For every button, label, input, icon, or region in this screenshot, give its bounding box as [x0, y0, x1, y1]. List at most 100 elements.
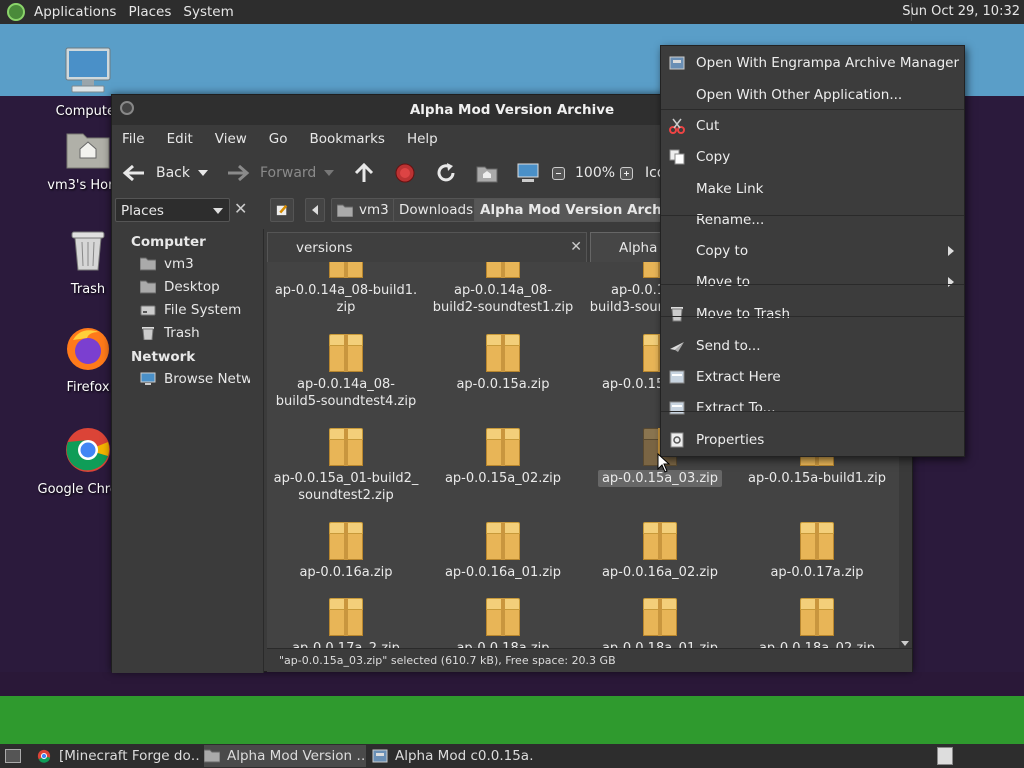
- back-button[interactable]: Back: [122, 153, 190, 193]
- zoom-level[interactable]: 100%: [575, 153, 615, 193]
- ctx-item-extract-to[interactable]: Extract To...: [661, 394, 964, 422]
- file-item[interactable]: ap-0.0.15a_02.zip: [428, 428, 578, 487]
- ctx-item-rename[interactable]: Rename...: [661, 206, 964, 234]
- menu-edit[interactable]: Edit: [167, 131, 193, 147]
- file-name: ap-0.0.18a.zip: [428, 640, 578, 648]
- menu-view[interactable]: View: [215, 131, 247, 147]
- sidebar-type-select[interactable]: Places: [115, 198, 230, 222]
- ctx-item-make-link[interactable]: Make Link: [661, 175, 964, 203]
- sidebar-item-desktop[interactable]: Desktop: [140, 279, 220, 295]
- status-bar: "ap-0.0.15a_03.zip" selected (610.7 kB),…: [267, 648, 912, 672]
- file-name-line: ap-0.0.18a_02.zip: [759, 641, 875, 648]
- file-name-line: ap-0.0.18a.zip: [456, 641, 549, 648]
- panel-clock[interactable]: Sun Oct 29, 10:32: [902, 4, 1020, 19]
- file-name-line: ap-0.0.15a_01-build2_: [273, 471, 419, 486]
- ctx-item-copy-to[interactable]: Copy to: [661, 237, 964, 265]
- forward-history-dropdown[interactable]: [324, 153, 334, 193]
- context-menu: Open With Engrampa Archive Manager Open W…: [660, 45, 965, 457]
- taskbar-button-chrome[interactable]: [Minecraft Forge do…: [36, 745, 201, 767]
- sidebar-item-file-system[interactable]: File System: [140, 302, 241, 318]
- workspace-1[interactable]: [937, 747, 953, 765]
- file-item[interactable]: ap-0.0.14a_08- build5-soundtest4.zip: [271, 334, 421, 410]
- file-item[interactable]: ap-0.0.15a.zip: [428, 334, 578, 393]
- up-button[interactable]: [353, 153, 375, 193]
- up-arrow-icon: [354, 162, 374, 182]
- home-folder-icon: [337, 204, 353, 217]
- file-item[interactable]: ap-0.0.18a_02.zip: [742, 598, 892, 648]
- menu-separator: [661, 284, 964, 285]
- file-item[interactable]: ap-0.0.17a.zip: [742, 522, 892, 581]
- folder-icon: [204, 749, 220, 763]
- file-name-line: ap-0.0.18a_01.zip: [602, 641, 718, 648]
- mate-menu-icon[interactable]: [7, 3, 25, 21]
- forward-button[interactable]: Forward: [226, 153, 316, 193]
- sidebar-item-trash[interactable]: Trash: [140, 325, 200, 341]
- file-item[interactable]: ap-0.0.18a_01.zip: [585, 598, 735, 648]
- file-name-line: ap-0.0.14a_08-: [454, 283, 552, 298]
- close-tab-icon[interactable]: ✕: [570, 239, 582, 255]
- file-item[interactable]: ap-0.0.18a.zip: [428, 598, 578, 648]
- ctx-item-move-to[interactable]: Move to: [661, 268, 964, 296]
- home-button[interactable]: [476, 153, 498, 193]
- back-arrow-icon: [122, 164, 144, 182]
- file-item[interactable]: ap-0.0.16a_02.zip: [585, 522, 735, 581]
- menu-file[interactable]: File: [122, 131, 145, 147]
- file-name-line: ap-0.0.15a-build1.zip: [748, 471, 886, 486]
- back-history-dropdown[interactable]: [198, 153, 208, 193]
- menu-applications[interactable]: Applications: [34, 4, 116, 20]
- menu-places[interactable]: Places: [128, 4, 171, 20]
- ctx-item-open-with-other-application[interactable]: Open With Other Application...: [661, 81, 964, 109]
- trash-icon: [71, 231, 105, 271]
- sidebar-item-vm3[interactable]: vm3: [140, 256, 194, 272]
- toggle-location-entry-button[interactable]: [270, 198, 294, 222]
- properties-icon: [670, 432, 684, 448]
- ctx-item-copy[interactable]: Copy: [661, 143, 964, 171]
- file-item[interactable]: ap-0.0.16a_01.zip: [428, 522, 578, 581]
- close-sidebar-button[interactable]: ✕: [234, 201, 247, 217]
- ctx-item-label: Move to: [696, 274, 751, 290]
- drive-icon: [140, 305, 156, 316]
- zoom-out-button[interactable]: [552, 153, 565, 193]
- tab-versions[interactable]: versions ✕: [267, 232, 587, 262]
- archive-manager-icon: [669, 56, 685, 70]
- ctx-item-properties[interactable]: Properties: [661, 426, 964, 454]
- ctx-item-extract-here[interactable]: Extract Here: [661, 363, 964, 391]
- menu-separator: [661, 316, 964, 317]
- file-item[interactable]: ap-0.0.15a_01-build2_ soundtest2.zip: [271, 428, 421, 504]
- ctx-item-open-with-engrampa-archive-manager[interactable]: Open With Engrampa Archive Manager: [661, 49, 964, 77]
- ctx-item-move-to-trash[interactable]: Move to Trash: [661, 300, 964, 328]
- breadcrumb-downloads[interactable]: Downloads: [393, 198, 480, 222]
- ctx-item-send-to[interactable]: Send to...: [661, 332, 964, 360]
- taskbar-button-archive-manager[interactable]: Alpha Mod c0.0.15a…: [372, 745, 534, 767]
- reload-button[interactable]: [435, 153, 457, 193]
- ctx-item-label: Open With Engrampa Archive Manager: [696, 55, 960, 71]
- computer-button[interactable]: [517, 153, 539, 193]
- scroll-down-arrow-icon[interactable]: [901, 641, 909, 646]
- taskbar-button-file-manager[interactable]: Alpha Mod Version …: [204, 745, 366, 767]
- breadcrumb-vm3[interactable]: vm3: [331, 198, 395, 222]
- file-item[interactable]: ap-0.0.14a_08- build2-soundtest1.zip: [428, 262, 578, 316]
- zoom-in-button[interactable]: [620, 153, 633, 193]
- file-item[interactable]: ap-0.0.17a_2.zip: [271, 598, 421, 648]
- stop-button[interactable]: [394, 153, 416, 193]
- submenu-arrow-icon: [948, 277, 954, 287]
- home-folder-icon: [140, 257, 156, 271]
- show-desktop-button[interactable]: [2, 745, 26, 767]
- file-name: ap-0.0.18a_02.zip: [742, 640, 892, 648]
- forward-arrow-icon: [228, 164, 250, 182]
- chrome-icon: [37, 749, 51, 763]
- breadcrumb-scroll-left[interactable]: [305, 198, 325, 222]
- breadcrumb-current[interactable]: Alpha Mod Version Archive: [474, 198, 691, 222]
- firefox-icon: [67, 328, 109, 370]
- sidebar-item-browse-network[interactable]: Browse Network: [140, 371, 250, 387]
- ctx-item-cut[interactable]: Cut: [661, 112, 964, 140]
- menu-help[interactable]: Help: [407, 131, 438, 147]
- menu-system[interactable]: System: [183, 4, 233, 20]
- workspace-switcher[interactable]: [937, 745, 957, 767]
- menu-bookmarks[interactable]: Bookmarks: [310, 131, 385, 147]
- zip-archive-icon: [329, 262, 363, 278]
- file-item[interactable]: ap-0.0.14a_08-build1. zip: [271, 262, 421, 316]
- file-item[interactable]: ap-0.0.16a.zip: [271, 522, 421, 581]
- menu-go[interactable]: Go: [269, 131, 288, 147]
- sidebar-header-network: Network: [131, 349, 196, 365]
